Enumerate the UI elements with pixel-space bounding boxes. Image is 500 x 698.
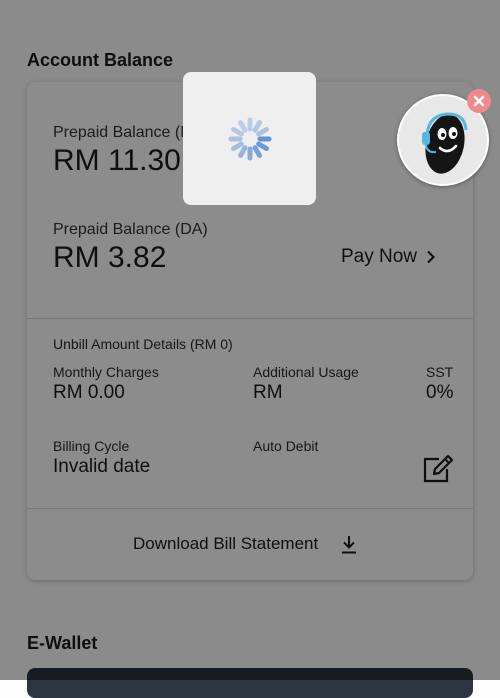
close-assistant-button[interactable]	[467, 89, 491, 113]
loading-dialog	[183, 72, 316, 205]
close-icon	[473, 95, 485, 107]
home-indicator	[160, 662, 340, 666]
chat-assistant-icon	[422, 112, 468, 174]
loading-spinner-icon	[228, 117, 271, 160]
loading-overlay	[0, 0, 500, 680]
